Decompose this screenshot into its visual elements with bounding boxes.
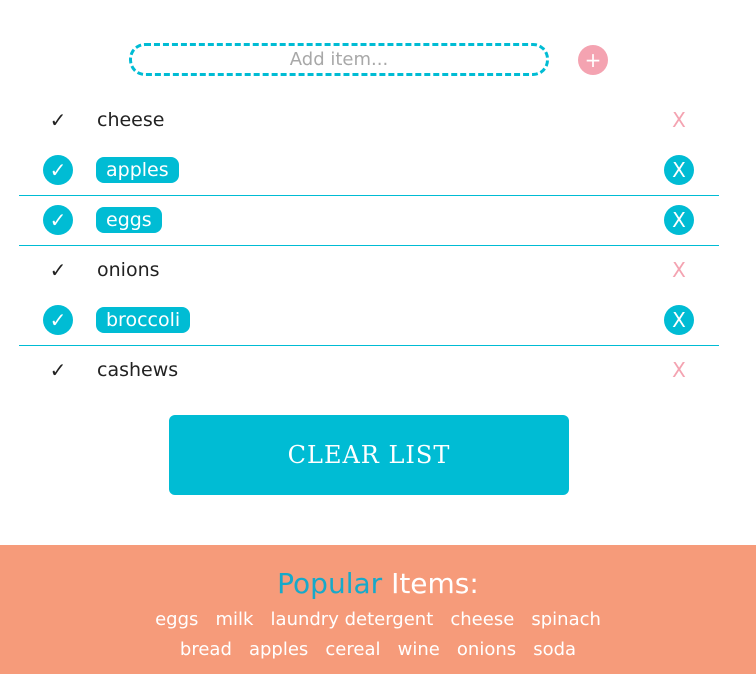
popular-tag[interactable]: onions <box>457 639 516 660</box>
check-icon[interactable]: ✓ <box>43 355 73 385</box>
list-item-apples: ✓ apples X <box>19 146 719 196</box>
popular-title-rest: Items: <box>391 567 479 600</box>
check-icon[interactable]: ✓ <box>43 155 73 185</box>
popular-items-section: Popular Items: eggs milk laundry deterge… <box>0 545 756 674</box>
popular-tags: eggs milk laundry detergent cheese spina… <box>118 605 638 665</box>
popular-tag[interactable]: bread <box>180 639 232 660</box>
popular-tag[interactable]: eggs <box>155 609 198 630</box>
popular-tag[interactable]: spinach <box>531 609 601 630</box>
popular-tag[interactable]: soda <box>533 639 576 660</box>
popular-tag[interactable]: laundry detergent <box>271 609 434 630</box>
popular-tag[interactable]: wine <box>398 639 440 660</box>
remove-icon[interactable]: X <box>664 305 694 335</box>
remove-icon[interactable]: X <box>664 205 694 235</box>
shopping-list: ✓ cheese X ✓ apples X ✓ eggs X ✓ onions … <box>19 96 719 396</box>
popular-title: Popular Items: <box>0 567 756 601</box>
remove-icon[interactable]: X <box>664 105 694 135</box>
remove-icon[interactable]: X <box>664 155 694 185</box>
clear-list-button[interactable]: CLEAR LIST <box>169 415 569 495</box>
item-label: broccoli <box>96 307 191 333</box>
popular-tag[interactable]: milk <box>215 609 253 630</box>
remove-icon[interactable]: X <box>664 255 694 285</box>
add-item-button[interactable]: + <box>578 45 608 75</box>
list-item-broccoli: ✓ broccoli X <box>19 296 719 346</box>
list-item-cashews: ✓ cashews X <box>19 346 719 396</box>
check-icon[interactable]: ✓ <box>43 205 73 235</box>
popular-title-accent: Popular <box>277 567 383 600</box>
item-label: cheese <box>97 109 165 131</box>
check-icon[interactable]: ✓ <box>43 105 73 135</box>
popular-tag[interactable]: cheese <box>450 609 514 630</box>
check-icon[interactable]: ✓ <box>43 305 73 335</box>
add-item-input[interactable] <box>129 43 549 76</box>
list-item-eggs: ✓ eggs X <box>19 196 719 246</box>
item-label: eggs <box>96 207 162 233</box>
add-item-row: + <box>0 43 756 76</box>
remove-icon[interactable]: X <box>664 355 694 385</box>
item-label: apples <box>96 157 179 183</box>
item-label: cashews <box>97 359 179 381</box>
list-item-onions: ✓ onions X <box>19 246 719 296</box>
item-label: onions <box>97 259 160 281</box>
popular-tag[interactable]: apples <box>249 639 308 660</box>
popular-tag[interactable]: cereal <box>325 639 380 660</box>
check-icon[interactable]: ✓ <box>43 255 73 285</box>
list-item-cheese: ✓ cheese X <box>19 96 719 146</box>
